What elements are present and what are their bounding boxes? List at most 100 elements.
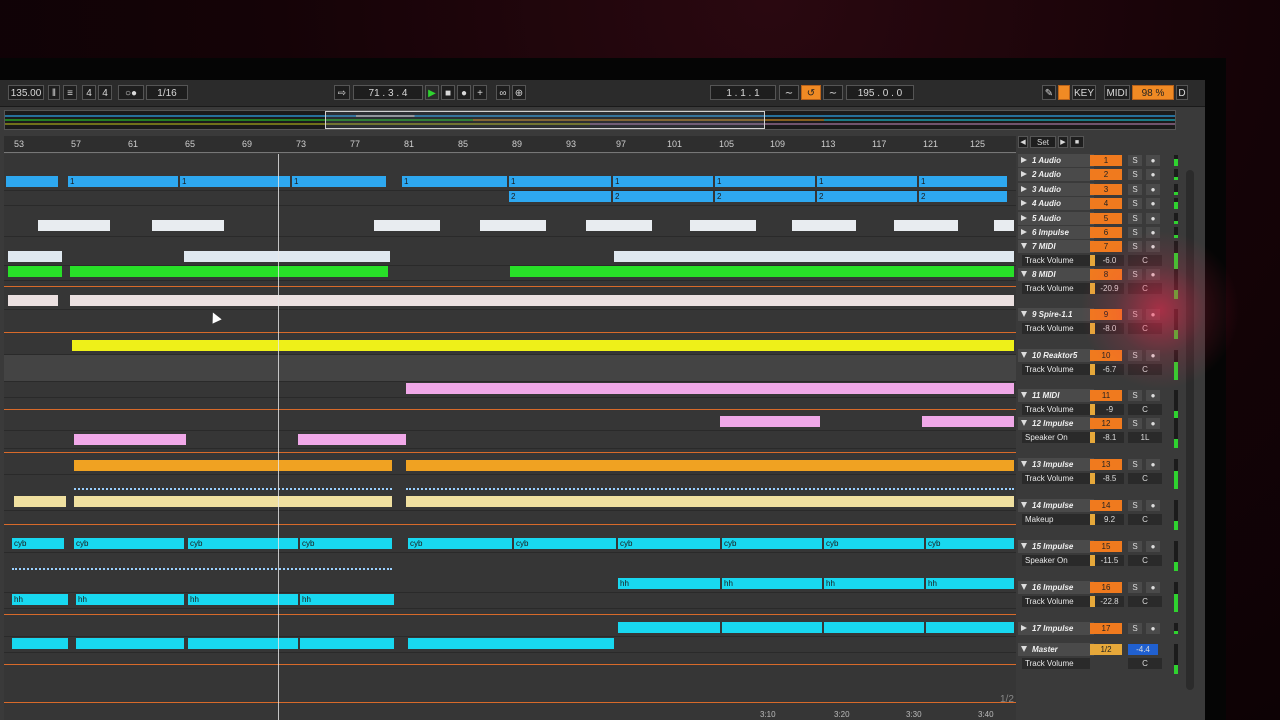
automation-line[interactable]: [4, 664, 1016, 665]
track-header[interactable]: 3 Audio 3 S ●: [1016, 183, 1181, 197]
midi-clip[interactable]: [298, 434, 406, 445]
pan-field[interactable]: C: [1128, 404, 1162, 415]
automation-parameter[interactable]: Track Volume: [1022, 473, 1090, 484]
arm-record-icon[interactable]: ●: [1146, 459, 1160, 470]
automation-parameter[interactable]: Track Volume: [1022, 364, 1090, 375]
midi-clip[interactable]: [8, 295, 58, 306]
stop-button[interactable]: ■: [441, 85, 455, 100]
automation-parameter[interactable]: Track Volume: [1022, 658, 1090, 669]
arrangement-view[interactable]: 1 1 1 1 1 1 1 1 1 2 2 2 2 2 cyb cyb cyb …: [4, 154, 1016, 720]
fold-open-icon[interactable]: [1021, 502, 1027, 508]
track-name[interactable]: 17 Impulse: [1018, 622, 1094, 635]
audio-clip[interactable]: [926, 622, 1014, 633]
audio-clip[interactable]: cyb: [188, 538, 298, 549]
solo-button[interactable]: S: [1128, 623, 1142, 634]
audio-clip[interactable]: [408, 638, 614, 649]
arm-record-icon[interactable]: ●: [1146, 390, 1160, 401]
automation-line[interactable]: [4, 614, 1016, 615]
arm-record-icon[interactable]: ●: [1146, 350, 1160, 361]
pan-field[interactable]: C: [1128, 658, 1162, 669]
pan-field[interactable]: C: [1128, 283, 1162, 294]
volume-field[interactable]: -8.0: [1090, 323, 1124, 334]
tempo-field[interactable]: 135.00: [8, 85, 44, 100]
track-activator[interactable]: 14: [1090, 500, 1122, 511]
time-sig-numerator[interactable]: 4: [82, 85, 96, 100]
solo-button[interactable]: S: [1128, 309, 1142, 320]
next-locator-icon[interactable]: ▶: [1058, 136, 1068, 148]
track-header[interactable]: 14 Impulse 14 S ● Makeup 9.2 C: [1016, 499, 1181, 535]
solo-button[interactable]: S: [1128, 459, 1142, 470]
automation-line[interactable]: [4, 332, 1016, 333]
track-activator[interactable]: 6: [1090, 227, 1122, 238]
audio-clip[interactable]: 1: [180, 176, 290, 187]
automation-parameter[interactable]: Makeup: [1022, 514, 1090, 525]
audio-clip[interactable]: cyb: [722, 538, 822, 549]
audio-clip[interactable]: 2: [509, 191, 611, 202]
arm-record-icon[interactable]: ●: [1146, 418, 1160, 429]
track-activator[interactable]: 1: [1090, 155, 1122, 166]
prev-locator-icon[interactable]: ◀: [1018, 136, 1028, 148]
audio-clip[interactable]: [586, 220, 652, 231]
arm-record-icon[interactable]: ●: [1146, 241, 1160, 252]
track-name[interactable]: 10 Reaktor5: [1018, 349, 1094, 362]
track-name[interactable]: 14 Impulse: [1018, 499, 1094, 512]
fold-open-icon[interactable]: [1021, 543, 1027, 549]
track-header[interactable]: 12 Impulse 12 S ● Speaker On -8.1 1L: [1016, 417, 1181, 453]
solo-button[interactable]: S: [1128, 269, 1142, 280]
solo-button[interactable]: S: [1128, 541, 1142, 552]
audio-clip[interactable]: 2: [817, 191, 917, 202]
audio-clip[interactable]: [618, 622, 720, 633]
track-name[interactable]: 12 Impulse: [1018, 417, 1094, 430]
track-name[interactable]: 3 Audio: [1018, 183, 1094, 196]
fold-open-icon[interactable]: [1021, 271, 1027, 277]
midi-clip[interactable]: [406, 496, 1014, 507]
audio-clip[interactable]: [152, 220, 224, 231]
track-name[interactable]: 16 Impulse: [1018, 581, 1094, 594]
arrangement-position[interactable]: 71 . 3 . 4: [353, 85, 423, 100]
track-name[interactable]: 1 Audio: [1018, 154, 1094, 167]
arm-record-icon[interactable]: ●: [1146, 582, 1160, 593]
punch-out-button[interactable]: ∼: [823, 85, 843, 100]
audio-clip[interactable]: [6, 176, 58, 187]
audio-clip[interactable]: cyb: [514, 538, 616, 549]
audio-clip[interactable]: cyb: [12, 538, 64, 549]
midi-clip[interactable]: [72, 340, 1014, 351]
pan-field[interactable]: C: [1128, 514, 1162, 525]
track-activator[interactable]: 16: [1090, 582, 1122, 593]
pan-field[interactable]: C: [1128, 255, 1162, 266]
track-activator[interactable]: 7: [1090, 241, 1122, 252]
solo-button[interactable]: S: [1128, 582, 1142, 593]
fold-closed-icon[interactable]: [1021, 171, 1027, 177]
volume-field[interactable]: -22.8: [1090, 596, 1124, 607]
add-button[interactable]: +: [473, 85, 487, 100]
arm-record-icon[interactable]: ●: [1146, 541, 1160, 552]
arm-record-icon[interactable]: ●: [1146, 623, 1160, 634]
track-activator[interactable]: 10: [1090, 350, 1122, 361]
audio-clip[interactable]: cyb: [74, 538, 184, 549]
automation-parameter[interactable]: Track Volume: [1022, 283, 1090, 294]
fold-open-icon[interactable]: [1021, 311, 1027, 317]
fold-open-icon[interactable]: [1021, 420, 1027, 426]
audio-clip[interactable]: cyb: [408, 538, 512, 549]
track-activator[interactable]: 3: [1090, 184, 1122, 195]
arm-record-icon[interactable]: ●: [1146, 500, 1160, 511]
volume-field[interactable]: -20.9: [1090, 283, 1124, 294]
track-name[interactable]: 15 Impulse: [1018, 540, 1094, 553]
solo-button[interactable]: S: [1128, 198, 1142, 209]
arm-record-icon[interactable]: ●: [1146, 169, 1160, 180]
volume-field[interactable]: -11.5: [1090, 555, 1124, 566]
automation-parameter[interactable]: Track Volume: [1022, 404, 1090, 415]
play-button[interactable]: ▶: [425, 85, 439, 100]
audio-clip[interactable]: hh: [618, 578, 720, 589]
track-activator[interactable]: 1/2: [1090, 644, 1122, 655]
volume-field[interactable]: 9.2: [1090, 514, 1124, 525]
track-header[interactable]: 17 Impulse 17 S ●: [1016, 622, 1181, 636]
audio-clip[interactable]: 1: [402, 176, 507, 187]
track-name[interactable]: 11 MIDI: [1018, 389, 1094, 402]
midi-clip[interactable]: [720, 416, 820, 427]
midi-clip[interactable]: [74, 434, 186, 445]
track-activator[interactable]: 17: [1090, 623, 1122, 634]
audio-clip[interactable]: 1: [68, 176, 178, 187]
nudge-button[interactable]: ≡: [63, 85, 77, 100]
track-header[interactable]: 13 Impulse 13 S ● Track Volume -8.5 C: [1016, 458, 1181, 494]
